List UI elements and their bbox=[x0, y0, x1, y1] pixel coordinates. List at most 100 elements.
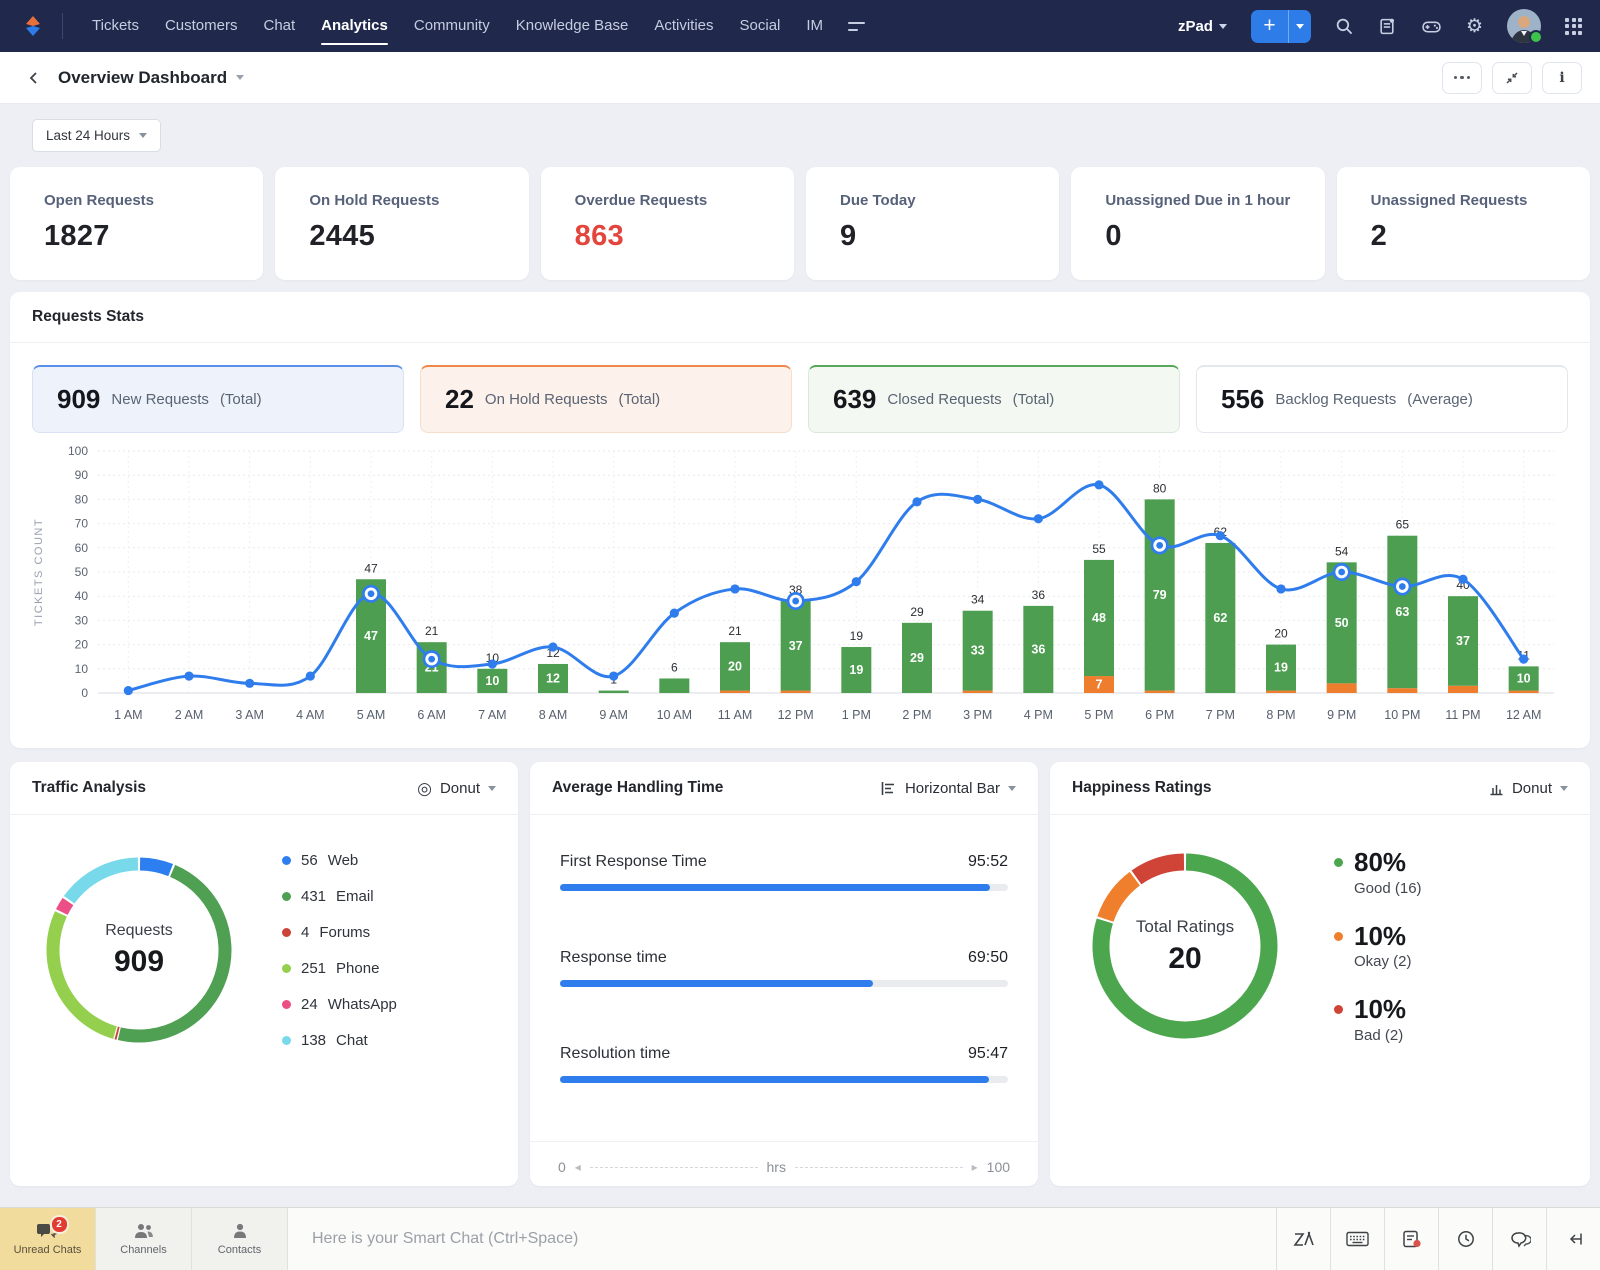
more-options-button[interactable] bbox=[1442, 61, 1482, 94]
nav-item-knowledge-base[interactable]: Knowledge Base bbox=[503, 0, 642, 52]
legend-value: 251 bbox=[301, 959, 327, 977]
nav-item-customers[interactable]: Customers bbox=[152, 0, 251, 52]
rating-sublabel: Good (16) bbox=[1354, 879, 1422, 897]
donut-center-label: Total Ratings bbox=[1135, 916, 1235, 936]
kpi-value: 1827 bbox=[44, 220, 110, 252]
chevron-down-icon bbox=[1560, 785, 1568, 791]
apps-grid-icon[interactable] bbox=[1565, 17, 1582, 35]
feedback-icon[interactable] bbox=[1378, 17, 1397, 36]
info-button[interactable]: i bbox=[1542, 61, 1582, 94]
svg-text:33: 33 bbox=[971, 644, 985, 658]
traffic-view-select[interactable]: ◎ Donut bbox=[417, 780, 496, 797]
nav-item-community[interactable]: Community bbox=[401, 0, 503, 52]
hide-dock-button[interactable] bbox=[1547, 1208, 1600, 1270]
page-title: Overview Dashboard bbox=[58, 67, 228, 87]
legend-item-phone: 251 Phone bbox=[282, 960, 397, 977]
svg-text:11 PM: 11 PM bbox=[1445, 708, 1480, 722]
trend-line bbox=[126, 483, 1526, 693]
kpi-label: On Hold Requests bbox=[309, 192, 440, 209]
kpi-card-due-today[interactable]: Due Today 9 bbox=[805, 167, 1060, 280]
rating-percent: 80% bbox=[1354, 847, 1407, 878]
svg-text:19: 19 bbox=[1274, 661, 1288, 675]
add-button[interactable]: + bbox=[1250, 9, 1311, 43]
dock-tab-channels[interactable]: Channels bbox=[96, 1208, 191, 1270]
dock-tab-unread-chats[interactable]: 2 Unread Chats bbox=[0, 1208, 95, 1270]
kpi-card-open-requests[interactable]: Open Requests 1827 bbox=[10, 167, 264, 280]
stat-pill-new-requests[interactable]: 909 New Requests (Total) bbox=[32, 365, 404, 433]
stat-pill-closed-requests[interactable]: 639 Closed Requests (Total) bbox=[808, 365, 1180, 433]
rating-sublabel: Okay (2) bbox=[1354, 953, 1412, 971]
legend-item-forums: 4 Forums bbox=[282, 924, 397, 941]
legend-item-chat: 138 Chat bbox=[282, 1032, 397, 1049]
nav-item-im[interactable]: IM bbox=[793, 0, 836, 52]
stat-pill-label: Backlog Requests bbox=[1275, 391, 1397, 408]
smart-chat-bar[interactable] bbox=[288, 1208, 1276, 1270]
svg-text:TICKETS COUNT: TICKETS COUNT bbox=[33, 518, 45, 626]
donut-center-value: 20 bbox=[1168, 941, 1202, 975]
search-icon[interactable] bbox=[1335, 17, 1354, 36]
happiness-view-select[interactable]: Donut bbox=[1489, 780, 1568, 797]
clock-icon bbox=[1457, 1231, 1474, 1247]
nav-item-activities[interactable]: Activities bbox=[641, 0, 726, 52]
keyboard-button[interactable] bbox=[1331, 1208, 1384, 1270]
legend-dot bbox=[1334, 931, 1343, 941]
smart-chat-input[interactable] bbox=[310, 1229, 1254, 1249]
legend-label: Email bbox=[336, 887, 374, 905]
notes-button[interactable] bbox=[1385, 1208, 1438, 1270]
stat-pill-on-hold-requests[interactable]: 22 On Hold Requests (Total) bbox=[420, 365, 792, 433]
handling-value: 69:50 bbox=[967, 949, 1008, 966]
axis-left-arrow: ◂ bbox=[574, 1160, 581, 1174]
games-icon[interactable] bbox=[1421, 16, 1442, 37]
handling-bars: First Response Time 95:52 Response time 69:… bbox=[530, 815, 1038, 1141]
kpi-card-overdue-requests[interactable]: Overdue Requests 863 bbox=[540, 167, 794, 280]
handling-panel-header: Average Handling Time Horizontal Bar bbox=[530, 762, 1038, 815]
title-dropdown-icon[interactable] bbox=[236, 75, 245, 80]
svg-text:37: 37 bbox=[789, 639, 803, 653]
workspace-switcher[interactable]: zPad bbox=[1178, 18, 1227, 35]
chats-button[interactable] bbox=[1493, 1208, 1546, 1270]
svg-text:5 AM: 5 AM bbox=[357, 708, 386, 722]
collapse-button[interactable] bbox=[1492, 61, 1532, 94]
kpi-card-unassigned-due-in-1-hour[interactable]: Unassigned Due in 1 hour 0 bbox=[1071, 167, 1325, 280]
zoho-desk-logo[interactable] bbox=[18, 11, 48, 41]
nav-item-analytics[interactable]: Analytics bbox=[308, 0, 401, 52]
svg-text:36: 36 bbox=[1032, 588, 1046, 602]
history-button[interactable] bbox=[1439, 1208, 1492, 1270]
zia-button[interactable] bbox=[1277, 1208, 1330, 1270]
legend-dot bbox=[282, 927, 291, 937]
nav-item-social[interactable]: Social bbox=[727, 0, 794, 52]
kpi-card-on-hold-requests[interactable]: On Hold Requests 2445 bbox=[275, 167, 529, 280]
handling-row-response-time: Response time 69:50 bbox=[560, 949, 1008, 987]
notes-icon bbox=[1402, 1230, 1421, 1248]
nav-more-icon[interactable] bbox=[848, 21, 866, 31]
handling-view-select[interactable]: Horizontal Bar bbox=[881, 780, 1016, 797]
happiness-donut-center: Total Ratings 20 bbox=[1082, 843, 1288, 1049]
time-range-filter[interactable]: Last 24 Hours bbox=[32, 119, 162, 152]
kpi-row: Open Requests 1827 On Hold Requests 2445 Ove… bbox=[10, 167, 1590, 280]
nav-item-chat[interactable]: Chat bbox=[250, 0, 308, 52]
stat-pill-backlog-requests[interactable]: 556 Backlog Requests (Average) bbox=[1196, 365, 1568, 433]
chevron-down-icon bbox=[1218, 23, 1227, 29]
svg-text:20: 20 bbox=[1274, 627, 1288, 641]
legend-item-whatsapp: 24 WhatsApp bbox=[282, 996, 397, 1013]
nav-item-tickets[interactable]: Tickets bbox=[79, 0, 152, 52]
legend-value: 56 bbox=[301, 851, 318, 869]
legend-item-email: 431 Email bbox=[282, 888, 397, 905]
svg-text:48: 48 bbox=[1092, 611, 1106, 625]
kpi-card-unassigned-requests[interactable]: Unassigned Requests 2 bbox=[1336, 167, 1590, 280]
info-icon: i bbox=[1559, 69, 1565, 86]
gear-icon[interactable]: ⚙ bbox=[1466, 17, 1483, 36]
requests-stats-panel: Requests Stats 909 New Requests (Total) 22 O… bbox=[10, 292, 1590, 748]
svg-text:7 PM: 7 PM bbox=[1206, 708, 1235, 722]
bar-orange bbox=[1508, 690, 1539, 693]
back-button[interactable] bbox=[18, 62, 50, 94]
avatar[interactable] bbox=[1507, 9, 1543, 44]
stat-pill-label: Closed Requests bbox=[887, 391, 1002, 408]
svg-text:21: 21 bbox=[425, 624, 439, 638]
handling-row-line: First Response Time 95:52 bbox=[560, 853, 1008, 871]
kpi-value: 0 bbox=[1105, 220, 1122, 252]
traffic-donut-center: Requests 909 bbox=[38, 849, 240, 1051]
svg-text:6 PM: 6 PM bbox=[1145, 708, 1174, 722]
dock-tab-contacts[interactable]: Contacts bbox=[192, 1208, 287, 1270]
rating-text: 80% Good (16) bbox=[1354, 848, 1422, 897]
